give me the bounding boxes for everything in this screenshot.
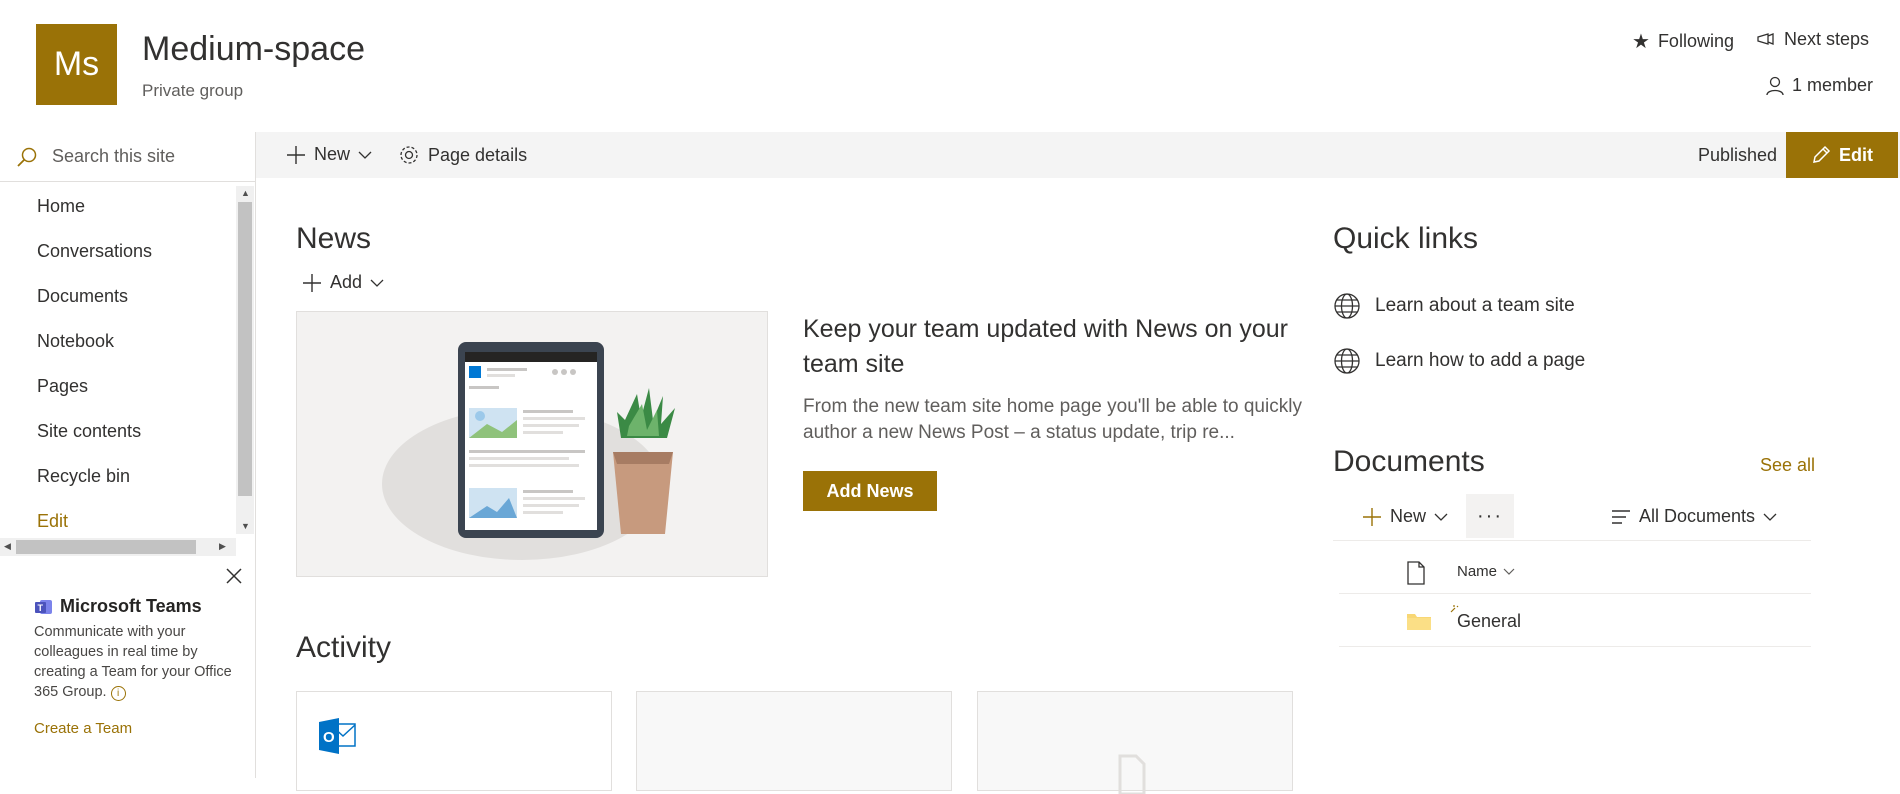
name-column-header[interactable]: Name xyxy=(1457,563,1515,580)
file-type-icon xyxy=(1407,561,1425,585)
star-icon: ★ xyxy=(1632,31,1650,53)
chevron-down-icon xyxy=(358,151,372,159)
activity-card[interactable]: O xyxy=(296,691,612,791)
nav-notebook[interactable]: Notebook xyxy=(37,331,114,352)
add-news-button[interactable]: Add News xyxy=(803,471,937,511)
megaphone-icon xyxy=(1757,32,1774,45)
following-button[interactable]: ★ Following xyxy=(1632,29,1734,54)
divider xyxy=(1339,593,1811,594)
view-selector[interactable]: All Documents xyxy=(1611,506,1777,527)
following-label: Following xyxy=(1657,31,1734,51)
close-icon[interactable] xyxy=(226,568,242,584)
documents-new-button[interactable]: New xyxy=(1362,506,1448,527)
teams-promo-title: T Microsoft Teams xyxy=(34,596,202,617)
plus-icon xyxy=(287,145,305,164)
activity-title: Activity xyxy=(296,631,392,664)
quick-link-item[interactable]: Learn about a team site xyxy=(1333,292,1575,320)
divider xyxy=(1339,646,1811,647)
nav-home[interactable]: Home xyxy=(37,196,85,217)
globe-icon xyxy=(1334,293,1360,319)
quick-link-label: Learn how to add a page xyxy=(1375,350,1586,371)
activity-card[interactable] xyxy=(636,691,952,791)
divider xyxy=(1333,540,1811,541)
globe-icon xyxy=(1334,348,1360,374)
nav-recycle-bin[interactable]: Recycle bin xyxy=(37,466,130,487)
gear-icon xyxy=(400,146,418,164)
list-view-icon xyxy=(1612,509,1630,524)
nav-site-contents[interactable]: Site contents xyxy=(37,421,141,442)
add-label: Add xyxy=(330,272,363,292)
nav-vertical-scroll-thumb[interactable] xyxy=(238,202,252,496)
news-headline[interactable]: Keep your team updated with News on your… xyxy=(803,312,1303,382)
teams-promo-description: Communicate with your colleagues in real… xyxy=(34,622,234,702)
documents-title[interactable]: Documents xyxy=(1333,445,1485,479)
edit-page-button[interactable]: Edit xyxy=(1786,132,1898,178)
more-options-button[interactable]: ··· xyxy=(1466,494,1514,538)
view-label: All Documents xyxy=(1639,506,1756,526)
nav-conversations[interactable]: Conversations xyxy=(37,241,152,262)
chevron-down-icon xyxy=(1503,568,1515,575)
site-logo[interactable]: Ms xyxy=(36,24,117,105)
page-details-label: Page details xyxy=(428,144,528,165)
members-label: 1 member xyxy=(1792,75,1874,95)
scroll-down-arrow-icon[interactable]: ▼ xyxy=(241,521,250,531)
quick-links-title: Quick links xyxy=(1333,222,1479,255)
outlook-icon: O xyxy=(319,718,356,754)
nav-documents[interactable]: Documents xyxy=(37,286,128,307)
chevron-down-icon xyxy=(1763,513,1777,521)
left-column-divider xyxy=(255,132,256,778)
members-button[interactable]: 1 member xyxy=(1766,75,1873,96)
person-icon xyxy=(1766,76,1784,95)
activity-card[interactable] xyxy=(977,691,1293,794)
scroll-right-arrow-icon[interactable]: ▶ xyxy=(219,541,226,552)
news-add-button[interactable]: Add xyxy=(302,272,384,293)
next-steps-label: Next steps xyxy=(1784,29,1870,49)
quick-link-label: Learn about a team site xyxy=(1375,295,1575,316)
news-title[interactable]: News xyxy=(296,222,371,256)
scroll-left-arrow-icon[interactable]: ◀ xyxy=(4,541,11,552)
pencil-icon xyxy=(1813,145,1831,163)
folder-icon xyxy=(1407,614,1431,630)
new-button[interactable]: New xyxy=(286,144,372,165)
nav-pages[interactable]: Pages xyxy=(37,376,88,397)
search-input[interactable]: Search this site xyxy=(52,146,175,167)
page-details-button[interactable]: Page details xyxy=(398,144,527,166)
chevron-down-icon xyxy=(370,279,384,287)
site-subtitle: Private group xyxy=(142,81,244,100)
see-all-link[interactable]: See all xyxy=(1760,455,1815,476)
site-title[interactable]: Medium-space xyxy=(142,30,365,69)
table-row[interactable]: General xyxy=(1339,596,1811,646)
info-icon[interactable]: i xyxy=(110,686,126,701)
published-status: Published xyxy=(1698,145,1778,165)
quick-link-item[interactable]: Learn how to add a page xyxy=(1333,347,1585,375)
teams-logo-icon: T xyxy=(35,599,52,614)
teams-description-text: Communicate with your colleagues in real… xyxy=(34,624,232,700)
nav-edit-link[interactable]: Edit xyxy=(37,511,68,532)
news-body: From the new team site home page you'll … xyxy=(803,396,1302,443)
document-icon xyxy=(1118,754,1146,794)
svg-text:O: O xyxy=(323,729,335,746)
plus-icon xyxy=(303,273,321,292)
svg-text:T: T xyxy=(38,603,44,613)
scroll-up-arrow-icon[interactable]: ▲ xyxy=(241,188,250,198)
news-illustration xyxy=(296,311,768,577)
plus-icon xyxy=(1363,507,1381,526)
search-icon xyxy=(17,147,37,167)
new-label: New xyxy=(314,144,351,164)
logo-initials: Ms xyxy=(53,45,100,83)
edit-label: Edit xyxy=(1839,144,1873,165)
teams-title-label: Microsoft Teams xyxy=(60,596,202,616)
next-steps-button[interactable]: Next steps xyxy=(1756,29,1869,50)
nav-horizontal-scroll-thumb[interactable] xyxy=(16,540,196,554)
document-name[interactable]: General xyxy=(1457,611,1521,632)
site-search[interactable]: Search this site xyxy=(0,132,255,182)
tablet-plant-illustration xyxy=(382,342,675,560)
chevron-down-icon xyxy=(1434,513,1448,521)
new-label: New xyxy=(1390,506,1427,526)
create-team-link[interactable]: Create a Team xyxy=(34,720,132,737)
name-header-label: Name xyxy=(1457,563,1498,580)
